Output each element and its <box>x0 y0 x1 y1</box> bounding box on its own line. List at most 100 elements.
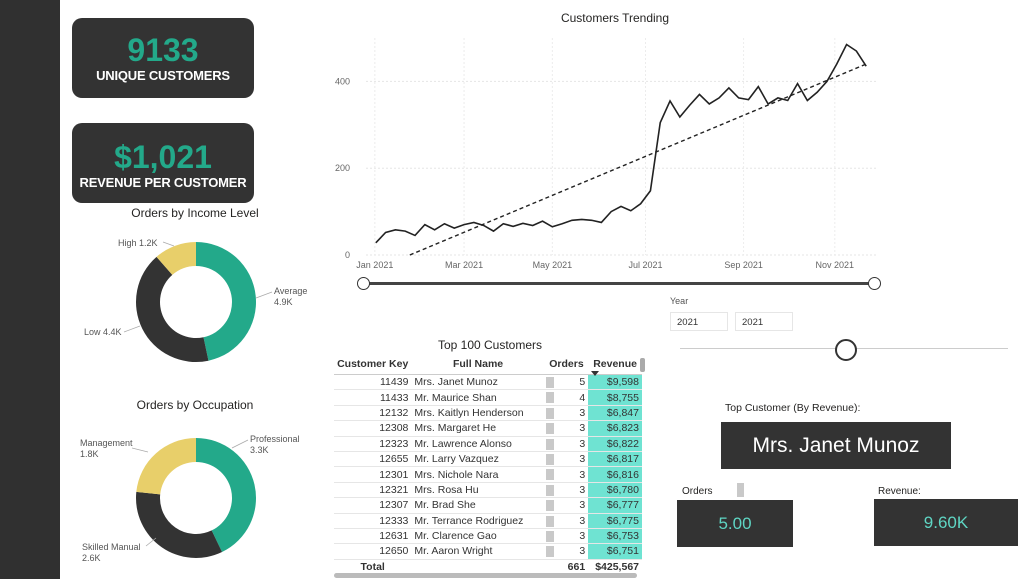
customers-series-line[interactable] <box>375 43 867 244</box>
donut-leader-line <box>123 325 141 333</box>
cell-orders: 3 <box>544 436 589 452</box>
orders-data-bar <box>545 377 554 388</box>
unique-customers-value: 9133 <box>127 32 199 68</box>
cell-orders: 3 <box>544 528 589 545</box>
cell-orders: 3 <box>544 405 589 422</box>
trend-chart-title: Customers Trending <box>560 11 670 25</box>
orders-data-bar <box>545 530 554 542</box>
cell-full-name: Mr. Larry Vazquez <box>411 451 545 468</box>
year-to-input[interactable]: 2021 <box>735 312 793 331</box>
total-label: Total <box>334 558 412 575</box>
cell-customer-key: 12132 <box>334 405 412 422</box>
cell-orders-value: 3 <box>579 499 586 512</box>
top-customer-name: Mrs. Janet Munoz <box>752 434 920 457</box>
donut-label: Average 4.9K <box>274 286 307 307</box>
col-header-customer-key[interactable]: Customer Key <box>334 354 412 375</box>
orders-value: 5.00 <box>718 514 752 533</box>
total-orders: 661 <box>544 558 589 575</box>
cell-customer-key: 12307 <box>334 497 412 514</box>
cell-full-name: Mrs. Janet Munoz <box>411 374 545 391</box>
cell-orders: 3 <box>544 513 589 529</box>
orders-card: 5.00 <box>677 500 793 547</box>
x-tick-label: May 2021 <box>533 260 573 270</box>
table-horizontal-scrollbar[interactable] <box>334 573 637 578</box>
cell-revenue: $6,817 <box>588 451 642 468</box>
table-row[interactable]: 12323 Mr. Lawrence Alonso 3 $6,822 <box>334 436 642 452</box>
donut-leader-line <box>162 241 175 247</box>
table-row[interactable]: 12333 Mr. Terrance Rodriguez 3 $6,775 <box>334 513 642 529</box>
cell-revenue: $6,777 <box>588 497 642 514</box>
cell-full-name: Mr. Terrance Rodriguez <box>411 513 545 529</box>
donut-label: High 1.2K <box>118 238 158 248</box>
cell-orders-value: 3 <box>579 530 586 543</box>
cell-customer-key: 12631 <box>334 528 412 545</box>
table-row[interactable]: 11433 Mr. Maurice Shan 4 $8,755 <box>334 389 642 406</box>
cell-full-name: Mr. Aaron Wright <box>411 543 545 560</box>
top-customer-name-card: Mrs. Janet Munoz <box>721 422 951 469</box>
table-row[interactable]: 12301 Mrs. Nichole Nara 3 $6,816 <box>334 466 642 483</box>
revenue-value: 9.60K <box>923 513 969 532</box>
cell-orders: 5 <box>544 374 589 391</box>
cell-orders-value: 5 <box>579 376 586 389</box>
col-header-orders[interactable]: Orders <box>544 354 589 375</box>
x-tick-label: Jul 2021 <box>629 260 663 270</box>
sort-desc-icon[interactable] <box>591 371 599 376</box>
date-range-start-handle[interactable] <box>357 277 370 290</box>
table-row[interactable]: 12132 Mrs. Kaitlyn Henderson 3 $6,847 <box>334 405 642 422</box>
cell-revenue: $6,816 <box>588 466 642 483</box>
col-header-full-name[interactable]: Full Name <box>411 354 545 375</box>
unique-customers-card: 9133 UNIQUE CUSTOMERS <box>72 18 254 98</box>
revenue-per-customer-card: $1,021 REVENUE PER CUSTOMER <box>72 123 254 203</box>
cell-full-name: Mr. Brad She <box>411 497 545 514</box>
cell-customer-key: 12333 <box>334 513 412 529</box>
cell-customer-key: 11439 <box>334 374 412 391</box>
cell-revenue: $6,751 <box>588 543 642 560</box>
top-customers-table: Customer Key Full Name Orders Revenue 11… <box>334 354 642 575</box>
cell-orders: 3 <box>544 543 589 560</box>
cell-orders: 4 <box>544 389 589 406</box>
customers-trend-chart: 0 200 400 Jan 2021 Mar 2021 May 2021 Jul 2021 S… <box>335 38 876 270</box>
donut-slice-skilled-manual[interactable] <box>136 491 223 558</box>
x-tick-label: Mar 2021 <box>445 260 483 270</box>
table-row[interactable]: 11439 Mrs. Janet Munoz 5 $9,598 <box>334 374 642 391</box>
y-tick-label: 400 <box>335 76 350 86</box>
donut-leader-line <box>145 537 157 547</box>
orders-data-bar <box>545 453 554 465</box>
cell-orders-value: 3 <box>579 468 586 481</box>
cell-customer-key: 12655 <box>334 451 412 468</box>
cell-full-name: Mrs. Nichole Nara <box>411 466 545 483</box>
table-row[interactable]: 12655 Mr. Larry Vazquez 3 $6,817 <box>334 451 642 468</box>
year-slider-handle[interactable] <box>835 339 857 361</box>
cell-orders-value: 3 <box>579 437 586 450</box>
cell-customer-key: 12308 <box>334 420 412 437</box>
donut-slice-management[interactable] <box>136 438 196 495</box>
date-range-end-handle[interactable] <box>868 277 881 290</box>
income-donut-chart: Average 4.9K Low 4.4K High 1.2K <box>84 238 307 362</box>
orders-data-bar <box>545 546 554 558</box>
table-row[interactable]: 12308 Mrs. Margaret He 3 $6,823 <box>334 420 642 437</box>
cell-orders-value: 3 <box>579 514 586 527</box>
donut-slice-average[interactable] <box>196 242 256 361</box>
cell-full-name: Mrs. Margaret He <box>411 420 545 437</box>
y-tick-label: 0 <box>345 250 350 260</box>
revenue-label: Revenue: <box>878 486 921 497</box>
table-row[interactable]: 12321 Mrs. Rosa Hu 3 $6,780 <box>334 482 642 499</box>
orders-data-bar <box>545 515 554 527</box>
y-tick-label: 200 <box>335 163 350 173</box>
unique-customers-label: UNIQUE CUSTOMERS <box>96 68 230 83</box>
table-row[interactable]: 12631 Mr. Clarence Gao 3 $6,753 <box>334 528 642 545</box>
orders-data-bar <box>545 438 554 450</box>
table-row[interactable]: 12307 Mr. Brad She 3 $6,777 <box>334 497 642 514</box>
cell-full-name: Mrs. Kaitlyn Henderson <box>411 405 545 422</box>
orders-data-bar <box>545 392 554 404</box>
cell-orders: 3 <box>544 451 589 468</box>
date-range-slider-track[interactable] <box>364 282 875 285</box>
revenue-per-customer-label: REVENUE PER CUSTOMER <box>79 175 247 190</box>
cell-orders: 3 <box>544 482 589 499</box>
cell-customer-key: 11433 <box>334 389 412 406</box>
cell-full-name: Mr. Clarence Gao <box>411 528 545 545</box>
table-row[interactable]: 12650 Mr. Aaron Wright 3 $6,751 <box>334 543 642 560</box>
table-vertical-scrollbar[interactable] <box>640 358 645 372</box>
cell-orders-value: 3 <box>579 483 586 496</box>
year-from-input[interactable]: 2021 <box>670 312 728 331</box>
